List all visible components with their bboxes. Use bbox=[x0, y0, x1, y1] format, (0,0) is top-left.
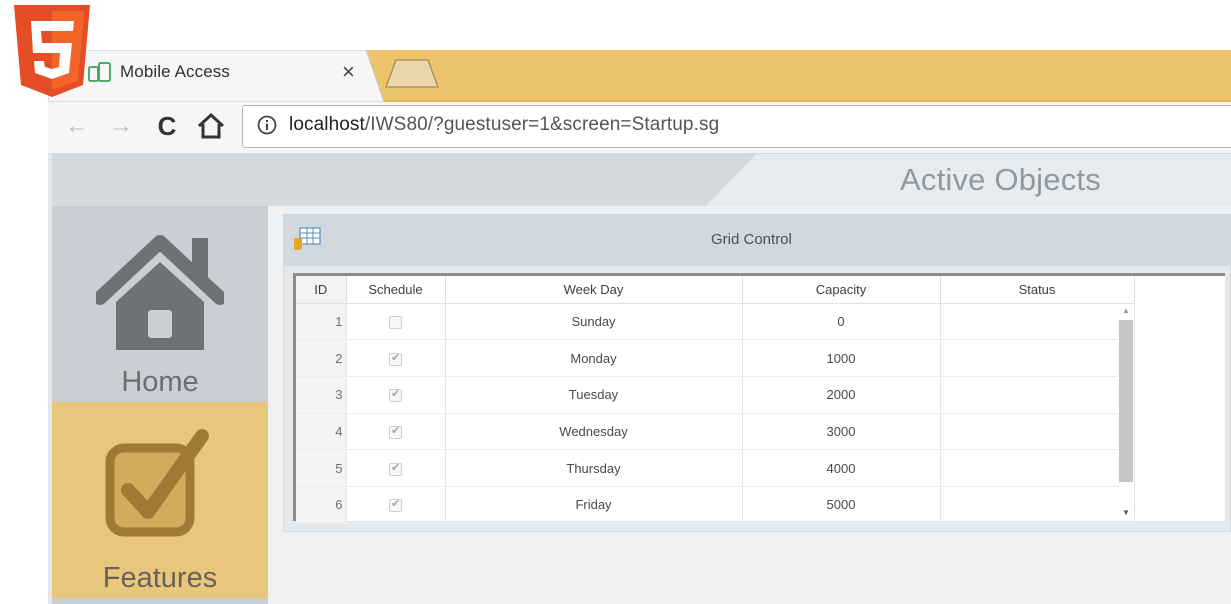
info-icon[interactable] bbox=[256, 114, 278, 136]
schedule-checkbox[interactable] bbox=[389, 461, 402, 476]
cell-schedule[interactable] bbox=[346, 339, 446, 377]
schedule-checkbox[interactable] bbox=[389, 424, 402, 439]
cell-schedule[interactable] bbox=[346, 303, 446, 341]
cell-id: 2 bbox=[296, 339, 347, 377]
cell-status[interactable] bbox=[940, 449, 1135, 487]
panel-title: Grid Control bbox=[711, 231, 792, 248]
cell-schedule[interactable] bbox=[346, 449, 446, 487]
url-host: localhost bbox=[289, 114, 365, 135]
house-icon bbox=[96, 235, 224, 350]
cell-status[interactable] bbox=[940, 339, 1135, 377]
column-header-status[interactable]: Status bbox=[940, 276, 1135, 304]
schedule-checkbox[interactable] bbox=[389, 315, 402, 329]
sidebar-divider bbox=[52, 598, 268, 604]
forward-arrow-icon[interactable]: → bbox=[106, 111, 136, 141]
home-icon[interactable] bbox=[194, 111, 228, 141]
column-header-id[interactable]: ID bbox=[296, 276, 347, 304]
back-arrow-icon[interactable]: ← bbox=[62, 111, 92, 141]
column-header-schedule[interactable]: Schedule bbox=[346, 276, 446, 304]
cell-week-day[interactable]: Wednesday bbox=[445, 413, 743, 451]
screen: Mobile Access × ← → C localhost/IWS80/?g… bbox=[0, 0, 1231, 604]
scrollbar-thumb[interactable] bbox=[1119, 320, 1133, 482]
checkbox-check-icon bbox=[105, 429, 209, 537]
html5-logo-icon bbox=[14, 5, 90, 97]
cell-schedule[interactable] bbox=[346, 413, 446, 451]
sidebar-item-label: Features bbox=[102, 562, 218, 594]
schedule-checkbox[interactable] bbox=[389, 497, 402, 513]
url-text[interactable]: localhost/IWS80/?guestuser=1&screen=Star… bbox=[289, 114, 719, 136]
cell-id: 1 bbox=[296, 303, 347, 341]
schedule-checkbox[interactable] bbox=[389, 387, 402, 403]
table-row[interactable]: 2 Monday 1000 bbox=[296, 339, 1135, 377]
table-row[interactable]: 4 Wednesday 3000 bbox=[296, 413, 1135, 451]
sidebar-item-home[interactable]: Home bbox=[52, 206, 268, 402]
cell-capacity[interactable]: 5000 bbox=[742, 486, 941, 524]
tab-close-icon[interactable]: × bbox=[342, 60, 355, 84]
cell-id: 3 bbox=[296, 376, 347, 414]
scroll-up-arrow-icon[interactable]: ▲ bbox=[1120, 306, 1132, 316]
cell-id: 4 bbox=[296, 413, 347, 451]
reload-icon[interactable]: C bbox=[152, 111, 182, 141]
cell-status[interactable] bbox=[940, 303, 1135, 341]
grid-table-icon bbox=[294, 227, 321, 250]
cell-status[interactable] bbox=[940, 413, 1135, 451]
cell-id: 6 bbox=[296, 486, 347, 524]
sidebar-item-features[interactable]: Features bbox=[52, 402, 268, 604]
sidebar-item-label: Home bbox=[121, 366, 199, 398]
cell-schedule[interactable] bbox=[346, 376, 446, 414]
tab-title: Mobile Access bbox=[120, 62, 230, 81]
table-row[interactable]: 5 Thursday 4000 bbox=[296, 449, 1135, 487]
cell-week-day[interactable]: Thursday bbox=[445, 449, 743, 487]
cell-week-day[interactable]: Tuesday bbox=[445, 376, 743, 414]
cell-capacity[interactable]: 2000 bbox=[742, 376, 941, 414]
cell-week-day[interactable]: Friday bbox=[445, 486, 743, 524]
table-row[interactable]: 3 Tuesday 2000 bbox=[296, 376, 1135, 414]
cell-week-day[interactable]: Monday bbox=[445, 339, 743, 377]
favicon-icon bbox=[88, 62, 111, 82]
cell-status[interactable] bbox=[940, 486, 1135, 524]
table-row[interactable]: 6 Friday 5000 bbox=[296, 486, 1135, 524]
schedule-checkbox[interactable] bbox=[389, 351, 402, 366]
column-header-capacity[interactable]: Capacity bbox=[742, 276, 941, 304]
cell-capacity[interactable]: 1000 bbox=[742, 339, 941, 377]
new-tab-button[interactable] bbox=[382, 58, 440, 88]
cell-capacity[interactable]: 4000 bbox=[742, 449, 941, 487]
cell-capacity[interactable]: 3000 bbox=[742, 413, 941, 451]
table-header-row: ID Schedule Week Day Capacity Status bbox=[296, 276, 1135, 304]
table-row[interactable]: 1 Sunday 0 bbox=[296, 303, 1135, 341]
grid-table: ID Schedule Week Day Capacity Status 1 S… bbox=[296, 276, 1135, 524]
cell-status[interactable] bbox=[940, 376, 1135, 414]
column-header-week-day[interactable]: Week Day bbox=[445, 276, 743, 304]
cell-week-day[interactable]: Sunday bbox=[445, 303, 743, 341]
cell-id: 5 bbox=[296, 449, 347, 487]
cell-schedule[interactable] bbox=[346, 486, 446, 524]
cell-capacity[interactable]: 0 bbox=[742, 303, 941, 341]
scroll-down-arrow-icon[interactable]: ▼ bbox=[1120, 508, 1132, 518]
page-title: Active Objects bbox=[900, 162, 1101, 197]
url-path: /IWS80/?guestuser=1&screen=Startup.sg bbox=[364, 114, 720, 135]
